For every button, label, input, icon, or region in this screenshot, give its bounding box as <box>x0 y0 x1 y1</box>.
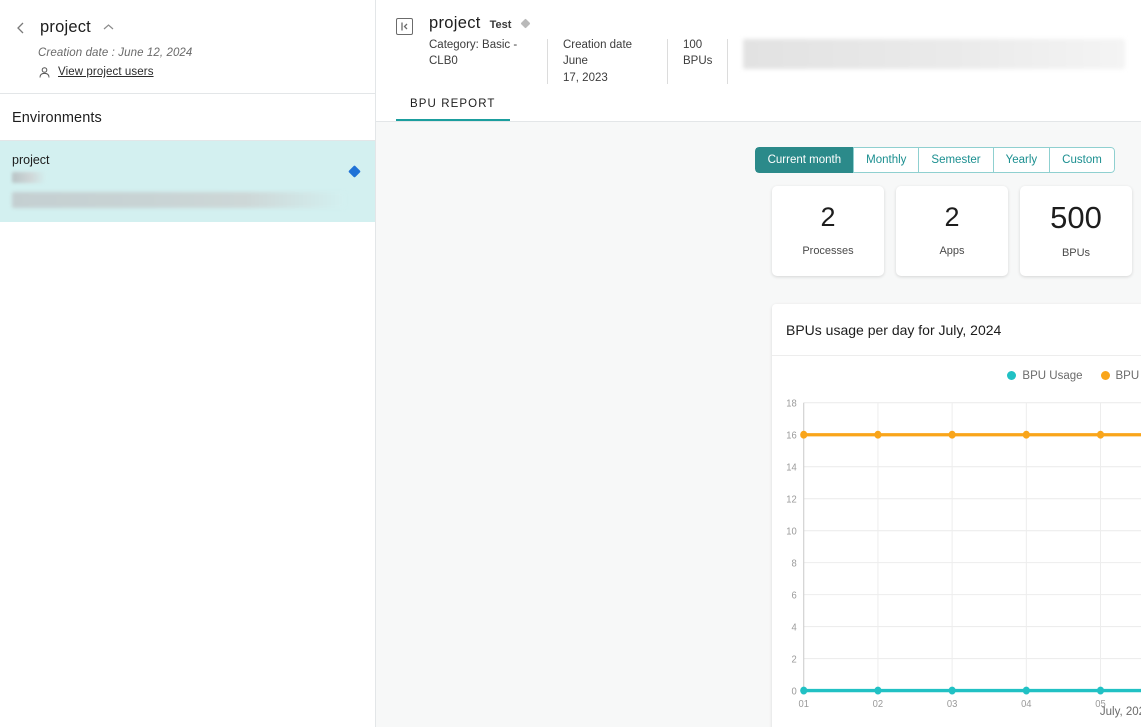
svg-text:4: 4 <box>792 622 798 634</box>
meta-bpus-line1: 100 <box>683 39 703 51</box>
filter-monthly[interactable]: Monthly <box>853 146 919 173</box>
sidebar-project-name: project <box>40 18 91 36</box>
stat-processes-value: 2 <box>820 202 836 233</box>
app-root: project Creation date : June 12, 2024 Vi… <box>0 0 1141 727</box>
meta-category: Category: Basic - CLB0 <box>429 37 547 86</box>
meta-creation-date: Creation date June 17, 2023 <box>547 37 667 86</box>
svg-text:12: 12 <box>786 494 796 506</box>
period-filter-group: Current month Monthly Semester Yearly Cu… <box>754 146 1115 173</box>
user-icon <box>38 65 52 79</box>
view-project-users-label: View project users <box>58 66 154 78</box>
stat-card-processes: 2 Processes <box>772 185 884 276</box>
main-header-meta: Category: Basic - CLB0 Creation date Jun… <box>429 37 1141 86</box>
meta-bpus-line2: BPUs <box>683 55 713 68</box>
svg-text:0: 0 <box>792 686 798 698</box>
stat-apps-label: Apps <box>939 245 965 258</box>
svg-text:8: 8 <box>792 558 798 570</box>
svg-text:14: 14 <box>786 462 797 474</box>
legend-label-bpu-limit: BPU Recommended limit <box>1115 369 1141 382</box>
tab-bpu-report[interactable]: BPU REPORT <box>396 86 510 121</box>
collapse-panel-icon[interactable] <box>396 18 413 35</box>
meta-category-line1: Category: Basic - <box>429 39 518 51</box>
meta-creation-line1: Creation date June <box>563 39 633 68</box>
filter-semester[interactable]: Semester <box>918 146 993 173</box>
sidebar-title-row: project <box>12 18 359 37</box>
chart-card: BPUs usage per day for July, 2024 BPU Us… <box>772 303 1141 727</box>
legend-dot-icon <box>1100 371 1110 381</box>
environments-header: Environments <box>0 94 375 141</box>
chart-title: BPUs usage per day for July, 2024 <box>772 304 1141 356</box>
sidebar-item-environment-project[interactable]: project <box>0 141 375 222</box>
meta-category-line2: CLB0 <box>429 55 458 68</box>
diamond-icon <box>520 18 531 29</box>
view-project-users-button[interactable]: View project users <box>38 65 359 79</box>
status-badge: Test <box>489 19 512 31</box>
redacted-header-field <box>743 39 1125 69</box>
page-title: project <box>429 14 481 32</box>
main-header: project Test Category: Basic - CLB0 Crea… <box>376 0 1141 122</box>
period-filter-wrap: Current month Monthly Semester Yearly Cu… <box>376 122 1141 173</box>
legend-dot-icon <box>1007 371 1017 381</box>
stat-bpus-value: 500 <box>1050 200 1102 236</box>
environment-name: project <box>12 153 50 167</box>
stat-card-apps: 2 Apps <box>896 185 1008 276</box>
chart-x-axis-title: July, 2024 <box>1099 705 1141 718</box>
sidebar: project Creation date : June 12, 2024 Vi… <box>0 0 376 727</box>
sidebar-header: project Creation date : June 12, 2024 Vi… <box>0 0 375 94</box>
svg-text:6: 6 <box>792 590 798 602</box>
legend-item-bpu-limit[interactable]: BPU Recommended limit <box>1100 369 1141 382</box>
chevron-up-icon[interactable] <box>101 20 117 36</box>
filter-current-month[interactable]: Current month <box>754 146 854 173</box>
environment-status-diamond-icon <box>348 165 361 178</box>
chevron-left-icon[interactable] <box>12 19 30 37</box>
filter-custom[interactable]: Custom <box>1049 146 1115 173</box>
meta-bpus: 100 BPUs <box>667 37 727 86</box>
meta-creation-line2: 17, 2023 <box>563 71 608 84</box>
legend-label-bpu-usage: BPU Usage <box>1022 369 1083 382</box>
environment-redacted-detail <box>12 192 345 208</box>
main-header-title-row: project Test <box>429 14 1141 33</box>
main-panel: project Test Category: Basic - CLB0 Crea… <box>376 0 1141 727</box>
filter-yearly[interactable]: Yearly <box>992 146 1050 173</box>
header-tabs: BPU REPORT <box>376 86 1141 121</box>
svg-text:18: 18 <box>786 398 797 410</box>
chart-plot-area: 02468101214161801020304050607080910 <box>772 394 1141 727</box>
svg-text:16: 16 <box>786 430 797 442</box>
chart-body: BPU Usage BPU Recommended limit 0 2 4 6 8 10 1… <box>772 356 1141 727</box>
svg-text:10: 10 <box>786 526 797 538</box>
stat-bpus-label: BPUs <box>1061 247 1091 260</box>
main-body: Current month Monthly Semester Yearly Cu… <box>376 122 1141 727</box>
sidebar-creation-date: Creation date : June 12, 2024 <box>38 47 193 59</box>
stat-processes-label: Processes <box>802 245 854 258</box>
chart-svg: 02468101214161801020304050607080910 <box>786 398 1141 710</box>
svg-text:2: 2 <box>792 654 797 666</box>
stat-card-bpus: 500 BPUs <box>1020 185 1132 276</box>
chart-legend: BPU Usage BPU Recommended limit <box>772 356 1141 382</box>
legend-item-bpu-usage[interactable]: BPU Usage <box>1007 369 1083 382</box>
main-header-info: project Test Category: Basic - CLB0 Crea… <box>429 14 1141 86</box>
main-header-top: project Test Category: Basic - CLB0 Crea… <box>376 0 1141 86</box>
environment-redacted-label <box>12 172 46 183</box>
stats-row: 2 Processes 2 Apps 500 BPUs BPUs 0.0013% <box>376 173 1141 276</box>
stat-apps-value: 2 <box>944 202 960 233</box>
